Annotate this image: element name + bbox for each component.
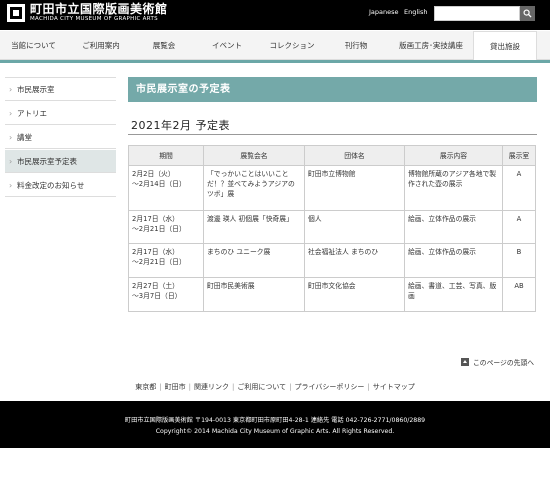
footer-address: 町田市立国際版画美術館 〒194-0013 東京都町田市原町田4-28-1 連絡… [124, 417, 426, 424]
sidebar-item-schedule[interactable]: 市民展示室予定表 [5, 150, 116, 173]
site-logo[interactable]: 町田市立国際版画美術館 MACHIDA CITY MUSEUM OF GRAPH… [7, 3, 168, 23]
schedule-table: 期間 展覧会名 団体名 展示内容 展示室 2月2日（火） ～2月14日（日） 「… [128, 145, 536, 312]
nav-item-guide[interactable]: ご利用案内 [67, 31, 135, 60]
column-header-content: 展示内容 [404, 145, 503, 166]
cell-room: B [502, 243, 536, 278]
cell-room: A [502, 165, 536, 211]
footer-copyright: Copyright© 2014 Machida City Museum of G… [155, 428, 395, 435]
cell-room: A [502, 210, 536, 244]
cell-period: 2月2日（火） ～2月14日（日） [128, 165, 204, 211]
cell-room: AB [502, 277, 536, 312]
cell-content: 博物館所蔵のアジア各地で製作された壺の展示 [404, 165, 503, 211]
footer-link-terms[interactable]: ご利用について [237, 383, 286, 391]
cell-org: 町田市文化協会 [304, 277, 405, 312]
sidebar-item-fee-notice[interactable]: 料金改定のお知らせ [5, 174, 116, 197]
nav-item-publications[interactable]: 刊行物 [323, 31, 389, 60]
page-top-link[interactable]: このページの先頭へ [461, 357, 534, 367]
cell-period: 2月17日（水） ～2月21日（日） [128, 210, 204, 244]
sidebar-item-auditorium[interactable]: 講堂 [5, 126, 116, 149]
section-divider [128, 134, 537, 135]
search-icon [523, 9, 532, 18]
lang-english-link[interactable]: English [404, 8, 427, 16]
nav-divider [0, 60, 550, 63]
site-header: 町田市立国際版画美術館 MACHIDA CITY MUSEUM OF GRAPH… [0, 0, 550, 30]
cell-org: 町田市立博物館 [304, 165, 405, 211]
logo-title-ja: 町田市立国際版画美術館 [30, 2, 168, 16]
cell-period: 2月27日（土） ～3月7日（日） [128, 277, 204, 312]
cell-title: 「でっかいことはいいことだ！？並べてみようアジアのツボ」展 [203, 165, 305, 211]
nav-item-rental[interactable]: 貸出施設 [473, 31, 537, 60]
arrow-up-icon [461, 358, 469, 366]
footer-links: 東京都 | 町田市 | 関連リンク | ご利用について | プライバシーポリシー | サイトマップ [135, 383, 415, 391]
nav-item-events[interactable]: イベント [193, 31, 261, 60]
footer-link-sitemap[interactable]: サイトマップ [373, 383, 415, 391]
footer-link-privacy[interactable]: プライバシーポリシー [295, 383, 365, 391]
nav-item-about[interactable]: 当館について [0, 31, 67, 60]
table-row: 2月17日（水） ～2月21日（日） 渡邊 瑛人 初個展「快奇展」 個人 絵画、… [128, 210, 536, 244]
nav-item-workshop[interactable]: 版画工房･実技講座 [389, 31, 473, 60]
nav-item-collection[interactable]: コレクション [261, 31, 323, 60]
column-header-title: 展覧会名 [203, 145, 305, 166]
search-input[interactable] [434, 6, 520, 21]
cell-period: 2月17日（水） ～2月21日（日） [128, 243, 204, 278]
page-title: 市民展示室の予定表 [128, 77, 537, 102]
sidebar-item-atelier[interactable]: アトリエ [5, 102, 116, 125]
global-nav: 当館について ご利用案内 展覧会 イベント コレクション 刊行物 版画工房･実技… [0, 31, 550, 60]
section-title: 2021年2月 予定表 [131, 119, 230, 132]
footer-link-tokyo[interactable]: 東京都 [135, 383, 156, 391]
table-header-row: 期間 展覧会名 団体名 展示内容 展示室 [128, 145, 536, 166]
table-row: 2月27日（土） ～3月7日（日） 町田市民美術展 町田市文化協会 絵画、書道、… [128, 277, 536, 312]
column-header-org: 団体名 [304, 145, 405, 166]
footer-link-related[interactable]: 関連リンク [194, 383, 229, 391]
cell-content: 絵画、立体作品の展示 [404, 243, 503, 278]
cell-title: まちのひ ユニーク展 [203, 243, 305, 278]
table-row: 2月2日（火） ～2月14日（日） 「でっかいことはいいことだ！？並べてみようア… [128, 165, 536, 211]
footer-link-machida[interactable]: 町田市 [165, 383, 186, 391]
cell-content: 絵画、書道、工芸、写真、版画 [404, 277, 503, 312]
cell-title: 町田市民美術展 [203, 277, 305, 312]
column-header-room: 展示室 [502, 145, 536, 166]
page-top-label: このページの先頭へ [473, 359, 535, 367]
lang-japanese-link[interactable]: Japanese [369, 8, 399, 16]
cell-title: 渡邊 瑛人 初個展「快奇展」 [203, 210, 305, 244]
site-footer: 町田市立国際版画美術館 〒194-0013 東京都町田市原町田4-28-1 連絡… [0, 401, 550, 448]
sidebar-item-gallery[interactable]: 市民展示室 [5, 78, 116, 101]
museum-logo-icon [7, 4, 25, 22]
column-header-period: 期間 [128, 145, 204, 166]
table-row: 2月17日（水） ～2月21日（日） まちのひ ユニーク展 社会福祉法人 まちの… [128, 243, 536, 278]
logo-title-en: MACHIDA CITY MUSEUM OF GRAPHIC ARTS [30, 16, 158, 22]
cell-org: 個人 [304, 210, 405, 244]
cell-content: 絵画、立体作品の展示 [404, 210, 503, 244]
search-button[interactable] [520, 6, 535, 21]
cell-org: 社会福祉法人 まちのひ [304, 243, 405, 278]
nav-item-exhibitions[interactable]: 展覧会 [135, 31, 193, 60]
